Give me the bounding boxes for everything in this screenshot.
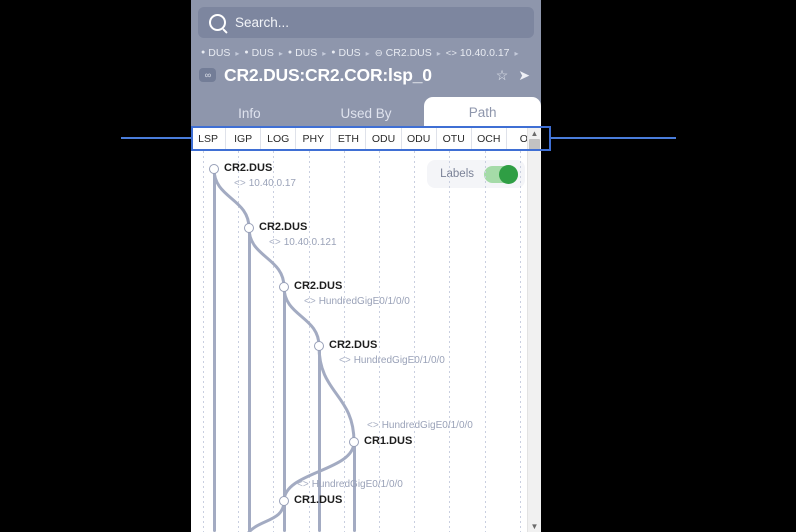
breadcrumb-item[interactable]: ● DUS (331, 47, 360, 59)
title-actions: ☆ ➤ (496, 68, 533, 82)
vertical-scrollbar[interactable]: ▲ ▼ (527, 127, 541, 532)
breadcrumb-item[interactable]: ⊖ CR2.DUS (375, 47, 432, 59)
search-placeholder: Search... (235, 15, 290, 30)
node-dot[interactable] (349, 437, 359, 447)
search-input[interactable]: Search... (198, 7, 534, 38)
main-tabs: Info Used By Path (191, 95, 541, 127)
breadcrumb-separator: ▸ (365, 48, 370, 58)
breadcrumb-label: DUS (251, 47, 274, 59)
breadcrumb-label: 10.40.0.17 (459, 47, 510, 59)
node-interface: <> 10.40.0.121 (269, 237, 337, 248)
node-name: CR2.DUS (224, 162, 273, 174)
node-interface-label: HundredGigE0/1/0/0 (381, 420, 473, 431)
subtab-och-8[interactable]: OCH (472, 127, 507, 151)
breadcrumb-label: DUS (295, 47, 318, 59)
page-title: CR2.DUS:CR2.COR:lsp_0 (224, 64, 432, 85)
node-name: CR1.DUS (364, 435, 413, 447)
tab-path[interactable]: Path (424, 97, 541, 127)
interface-arrows-icon: <> (367, 420, 379, 431)
tab-used-by[interactable]: Used By (308, 99, 425, 127)
node-interface-label: HundredGigE0/1/0/0 (318, 296, 410, 307)
subtab-eth-4[interactable]: ETH (331, 127, 367, 151)
interface-arrows-icon: <> (234, 178, 246, 189)
node-interface-label: 10.40.0.121 (283, 237, 337, 248)
breadcrumb-label: CR2.DUS (385, 47, 432, 59)
scroll-down-icon[interactable]: ▼ (528, 520, 541, 532)
interface-arrows-icon: <> (339, 355, 351, 366)
node-dot[interactable] (209, 164, 219, 174)
node-name: CR2.DUS (294, 280, 343, 292)
detail-panel: Search... ● DUS ▸ ● DUS ▸ ● DUS ▸ ● DUS ▸ ⊖ CR2.DUS ▸ <… (191, 0, 541, 532)
interface-arrows-icon: <> (304, 296, 316, 307)
subtab-odu-6[interactable]: ODU (402, 127, 437, 151)
location-pin-icon: ● (201, 48, 206, 56)
node-interface: <> HundredGigE0/1/0/0 (367, 420, 473, 431)
location-pin-icon: ● (331, 48, 336, 56)
subtab-igp-1[interactable]: IGP (226, 127, 262, 151)
title-row: ∞ CR2.DUS:CR2.COR:lsp_0 ☆ ➤ (199, 62, 533, 88)
location-pin-icon: ● (244, 48, 249, 56)
breadcrumb-separator: ▸ (235, 48, 240, 58)
node-name: CR2.DUS (329, 339, 378, 351)
node-dot[interactable] (314, 341, 324, 351)
node-interface: <> HundredGigE0/1/0/0 (339, 355, 445, 366)
layer-subtabs: LSP IGP LOG PHY ETH ODU ODU OTU OCH O (191, 127, 541, 151)
node-name: CR2.DUS (259, 221, 308, 233)
node-interface-label: 10.40.0.17 (248, 178, 296, 189)
interface-arrows-icon: <> (297, 479, 309, 490)
subtab-phy-3[interactable]: PHY (296, 127, 332, 151)
link-chain-icon: ∞ (199, 68, 216, 82)
star-outline-icon[interactable]: ☆ (496, 68, 509, 82)
subtab-lsp-0[interactable]: LSP (191, 127, 227, 151)
node-dot[interactable] (279, 282, 289, 292)
tab-info[interactable]: Info (191, 99, 308, 127)
node-dot[interactable] (244, 223, 254, 233)
scrollbar-thumb[interactable] (529, 139, 540, 151)
node-interface-label: HundredGigE0/1/0/0 (353, 355, 445, 366)
circle-minus-icon: ⊖ (374, 47, 383, 59)
node-interface: <> HundredGigE0/1/0/0 (304, 296, 410, 307)
node-interface-label: HundredGigE0/1/0/0 (311, 479, 403, 490)
node-name: CR1.DUS (294, 494, 343, 506)
breadcrumb-item[interactable]: ● DUS (201, 47, 230, 59)
annotation-rail-right (551, 137, 676, 139)
interface-arrows-icon: <> (269, 237, 281, 248)
path-diagram[interactable]: Labels CR2.DUS <> 10.40.0.17 CR2.DUS <> 10.40… (191, 151, 541, 532)
annotation-rail-left (121, 137, 191, 139)
send-arrow-icon[interactable]: ➤ (518, 68, 530, 82)
breadcrumb-item[interactable]: <> 10.40.0.17 (446, 47, 510, 59)
breadcrumb: ● DUS ▸ ● DUS ▸ ● DUS ▸ ● DUS ▸ ⊖ CR2.DUS ▸ <> 10.40.0.1… (201, 45, 531, 61)
breadcrumb-item[interactable]: ● DUS (288, 47, 317, 59)
node-interface: <> 10.40.0.17 (234, 178, 296, 189)
breadcrumb-separator: ▸ (436, 48, 441, 58)
breadcrumb-separator: ▸ (514, 48, 519, 58)
breadcrumb-separator: ▸ (322, 48, 327, 58)
breadcrumb-label: DUS (208, 47, 231, 59)
interface-arrows-icon: <> (445, 47, 457, 59)
breadcrumb-label: DUS (338, 47, 361, 59)
node-interface: <> HundredGigE0/1/0/0 (297, 479, 403, 490)
location-pin-icon: ● (287, 48, 293, 56)
breadcrumb-item[interactable]: ● DUS (244, 47, 273, 59)
subtab-odu-5[interactable]: ODU (366, 127, 402, 151)
breadcrumb-separator: ▸ (278, 48, 283, 58)
subtab-log-2[interactable]: LOG (261, 127, 297, 151)
search-icon (209, 14, 226, 31)
node-dot[interactable] (279, 496, 289, 506)
subtab-otu-7[interactable]: OTU (437, 127, 472, 151)
scroll-up-icon[interactable]: ▲ (528, 127, 541, 139)
screen: Search... ● DUS ▸ ● DUS ▸ ● DUS ▸ ● DUS ▸ ⊖ CR2.DUS ▸ <… (0, 0, 796, 532)
